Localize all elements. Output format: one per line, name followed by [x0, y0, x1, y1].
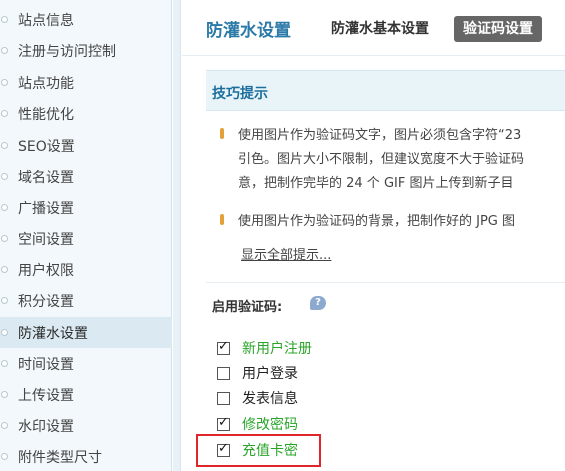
sidebar-item-seo[interactable]: SEO设置 [0, 130, 172, 161]
tip-icon [220, 128, 224, 139]
tab-captcha-settings[interactable]: 验证码设置 [454, 16, 542, 42]
bullet-icon [1, 297, 8, 304]
sidebar-item-label: 站点功能 [18, 75, 74, 92]
bullet-icon [1, 329, 8, 336]
bullet-icon [1, 16, 8, 23]
option-label: 用户登录 [242, 366, 298, 382]
sidebar-item-time[interactable]: 时间设置 [0, 348, 172, 379]
captcha-option-post[interactable]: 发表信息 [217, 388, 298, 408]
sidebar-item-label: 性能优化 [18, 106, 74, 123]
bullet-icon [1, 47, 8, 54]
sidebar-item-label: 上传设置 [18, 387, 74, 404]
sidebar-item-label: 水印设置 [18, 418, 74, 435]
checkbox-change-password[interactable] [217, 415, 230, 431]
section-divider [206, 282, 565, 283]
captcha-option-change-password[interactable]: 修改密码 [217, 414, 298, 434]
checkbox-login[interactable] [217, 366, 230, 380]
show-all-tips-link[interactable]: 显示全部提示... [241, 244, 331, 263]
sidebar-item-label: SEO设置 [18, 138, 75, 155]
main-panel: 防灌水设置 防灌水基本设置 验证码设置 技巧提示 使用图片作为验证码文字，图片必… [182, 0, 565, 471]
bullet-icon [1, 173, 8, 180]
sidebar-item-label: 站点信息 [18, 12, 74, 29]
help-icon[interactable]: ? [310, 296, 326, 310]
sidebar-item-broadcast[interactable]: 广播设置 [0, 192, 172, 223]
page-title: 防灌水设置 [206, 21, 291, 41]
bullet-icon [1, 391, 8, 398]
tip-text: 引色。图片大小不限制，但建议宽度不大于验证码 [238, 152, 525, 167]
sidebar-item-space[interactable]: 空间设置 [0, 223, 172, 254]
sidebar-item-label: 空间设置 [18, 231, 74, 248]
checkbox-register[interactable] [217, 339, 230, 355]
sidebar-item-label: 用户权限 [18, 262, 74, 279]
sidebar-item-label: 时间设置 [18, 356, 74, 373]
sidebar-item-performance[interactable]: 性能优化 [0, 98, 172, 129]
sidebar-item-registration-access[interactable]: 注册与访问控制 [0, 35, 172, 66]
sidebar-nav: 站点信息 注册与访问控制 站点功能 性能优化 SEO设置 域名设置 广播设置 空… [0, 0, 172, 471]
bullet-icon [1, 110, 8, 117]
bullet-icon [1, 79, 8, 86]
tip-icon [220, 214, 224, 225]
sidebar-item-site-features[interactable]: 站点功能 [0, 67, 172, 98]
tip-text: 使用图片作为验证码的背景，把制作好的 JPG 图 [238, 214, 516, 229]
sidebar-item-site-info[interactable]: 站点信息 [0, 4, 172, 35]
tip-text: 意，把制作完毕的 24 个 GIF 图片上传到新子目 [238, 176, 514, 191]
sidebar-item-domain[interactable]: 域名设置 [0, 161, 172, 192]
sidebar-divider [173, 0, 181, 471]
option-label: 修改密码 [242, 417, 298, 433]
captcha-option-register[interactable]: 新用户注册 [217, 338, 312, 358]
page-header: 防灌水设置 防灌水基本设置 验证码设置 [182, 0, 565, 56]
sidebar-item-label: 附件类型尺寸 [18, 449, 102, 466]
sidebar-item-label: 广播设置 [18, 200, 74, 217]
sidebar-item-label: 防灌水设置 [18, 325, 88, 342]
bullet-icon [1, 204, 8, 211]
bullet-icon [1, 235, 8, 242]
tips-header: 技巧提示 [206, 70, 565, 111]
sidebar-item-watermark[interactable]: 水印设置 [0, 410, 172, 441]
option-label: 新用户注册 [242, 341, 312, 357]
captcha-option-login[interactable]: 用户登录 [217, 363, 298, 383]
sidebar-item-label: 域名设置 [18, 169, 74, 186]
tab-anti-spam-basic[interactable]: 防灌水基本设置 [331, 16, 429, 42]
sidebar-item-upload[interactable]: 上传设置 [0, 379, 172, 410]
option-label: 发表信息 [242, 391, 298, 407]
sidebar-item-label: 积分设置 [18, 293, 74, 310]
checkbox-post[interactable] [217, 391, 230, 405]
sidebar-item-user-permissions[interactable]: 用户权限 [0, 254, 172, 285]
bullet-icon [1, 422, 8, 429]
tips-title: 技巧提示 [212, 86, 268, 102]
bullet-icon [1, 360, 8, 367]
sidebar-item-label: 注册与访问控制 [18, 43, 116, 60]
bullet-icon [1, 266, 8, 273]
tip-text: 使用图片作为验证码文字，图片必须包含字符“23 [238, 128, 522, 143]
bullet-icon [1, 453, 8, 460]
sidebar-item-credits[interactable]: 积分设置 [0, 285, 172, 316]
sidebar-item-anti-spam[interactable]: 防灌水设置 [0, 317, 172, 348]
enable-captcha-label: 启用验证码: [212, 300, 283, 315]
bullet-icon [1, 142, 8, 149]
highlight-annotation [196, 434, 321, 467]
sidebar-item-attachment-types[interactable]: 附件类型尺寸 [0, 441, 172, 471]
